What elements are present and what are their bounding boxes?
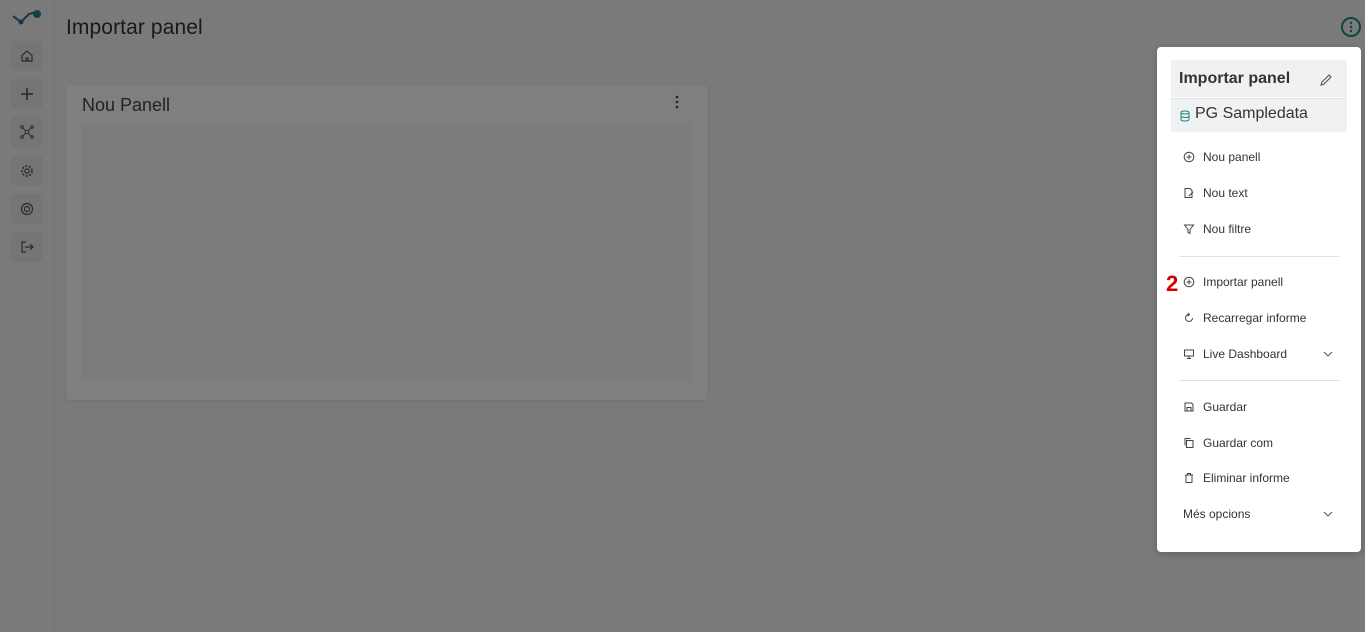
menu-item-more-options[interactable]: Més opcions	[1183, 504, 1250, 524]
menu-header: Importar panel	[1171, 60, 1347, 97]
plus-circle-icon	[1183, 151, 1195, 163]
menu-item-reload-report[interactable]: Recarregar informe	[1183, 308, 1306, 328]
text-edit-icon	[1184, 188, 1194, 198]
menu-item-new-filter[interactable]: Nou filtre	[1183, 219, 1251, 239]
menu-divider	[1179, 380, 1339, 381]
menu-item-label: Guardar	[1203, 400, 1248, 414]
menu-item-label: Més opcions	[1183, 507, 1251, 521]
menu-item-label: Importar panell	[1203, 275, 1284, 289]
chevron-down-icon[interactable]	[1322, 348, 1334, 360]
menu-item-label: Nou panell	[1203, 150, 1261, 164]
menu-item-import-panel[interactable]: Importar panell	[1183, 272, 1283, 292]
menu-item-label: Guardar com	[1203, 436, 1274, 450]
datasource-row: PG Sampledata	[1171, 98, 1347, 132]
save-icon	[1184, 402, 1194, 412]
chevron-down-icon[interactable]	[1322, 508, 1334, 520]
app: Importar panel Nou Panell Importar panel	[0, 0, 1365, 632]
menu-item-label: Recarregar informe	[1203, 311, 1307, 325]
pencil-icon[interactable]	[1318, 72, 1334, 88]
menu-item-label: Live Dashboard	[1203, 347, 1288, 361]
menu-title: Importar panel	[1179, 70, 1291, 87]
report-options-menu: Importar panel PG Sampledata Nou panell	[1157, 47, 1361, 552]
plus-circle-icon	[1183, 276, 1195, 288]
menu-item-label: Nou filtre	[1203, 222, 1252, 236]
datasource-label: PG Sampledata	[1195, 105, 1308, 122]
menu-item-new-panel[interactable]: Nou panell	[1183, 147, 1260, 167]
step-marker: 2	[1166, 271, 1179, 296]
menu-item-save[interactable]: Guardar	[1183, 397, 1247, 417]
filter-icon	[1183, 224, 1195, 235]
trash-icon	[1185, 473, 1193, 483]
menu-item-delete-report[interactable]: Eliminar informe	[1183, 468, 1290, 488]
copy-save-icon	[1184, 438, 1194, 448]
menu-item-new-text[interactable]: Nou text	[1183, 183, 1248, 203]
menu-item-save-as[interactable]: Guardar com	[1183, 433, 1273, 453]
menu-item-live-dashboard[interactable]: Live Dashboard	[1183, 344, 1287, 364]
menu-divider	[1179, 256, 1339, 257]
menu-item-label: Nou text	[1203, 186, 1248, 200]
database-icon	[1180, 110, 1190, 122]
monitor-icon	[1184, 349, 1194, 359]
refresh-icon	[1185, 312, 1193, 322]
menu-item-label: Eliminar informe	[1203, 471, 1290, 485]
